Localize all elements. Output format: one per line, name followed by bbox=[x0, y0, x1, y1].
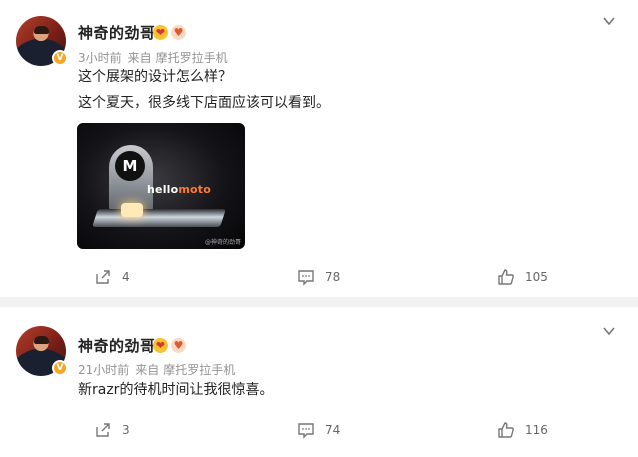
hellomoto-text: hellomoto bbox=[147, 183, 212, 196]
post-card: V 神奇的劲哥 ❤ ♥ 3小时前 来自 摩托罗拉手机 这个展架的设计怎么样？ 这个夏… bbox=[0, 0, 638, 297]
post-time[interactable]: 3小时前 bbox=[78, 51, 122, 65]
comment-icon bbox=[298, 270, 314, 286]
repost-button[interactable]: 4 bbox=[94, 268, 130, 286]
post-text-line: 这个展架的设计怎么样？ bbox=[78, 69, 232, 85]
stand-light bbox=[121, 203, 143, 217]
share-icon bbox=[96, 423, 110, 437]
like-count: 116 bbox=[525, 423, 548, 437]
like-count: 105 bbox=[525, 270, 548, 284]
repost-count: 3 bbox=[122, 423, 130, 437]
author-name[interactable]: 神奇的劲哥 bbox=[78, 22, 156, 43]
like-button[interactable]: 105 bbox=[497, 268, 548, 286]
post-text-line: 新razr的待机时间让我很惊喜。 bbox=[78, 382, 274, 398]
like-button[interactable]: 116 bbox=[497, 421, 548, 439]
chevron-down-icon[interactable] bbox=[602, 14, 616, 28]
post-card: V 神奇的劲哥 ❤ ♥ 21小时前 来自 摩托罗拉手机 新razr的待机时间让我很惊… bbox=[0, 307, 638, 457]
comment-count: 78 bbox=[325, 270, 341, 284]
comment-button[interactable]: 78 bbox=[297, 268, 340, 286]
badge-emoji-icon: ♥ bbox=[171, 338, 186, 353]
post-text: 新razr的待机时间让我很惊喜。 bbox=[78, 377, 273, 403]
post-text: 这个展架的设计怎么样？ 这个夏天，很多线下店面应该可以看到。 bbox=[78, 64, 330, 116]
source-label: 来自 bbox=[135, 363, 160, 377]
motorola-logo: M bbox=[115, 151, 145, 181]
post-meta: 21小时前 来自 摩托罗拉手机 bbox=[78, 361, 235, 378]
heart-emoji-icon: ❤ bbox=[153, 338, 168, 353]
post-image[interactable]: M hellomoto @神奇的劲哥 bbox=[77, 123, 245, 249]
thumbs-up-icon bbox=[498, 269, 514, 285]
source-label: 来自 bbox=[127, 51, 152, 65]
author-name[interactable]: 神奇的劲哥 bbox=[78, 335, 156, 356]
verified-badge-icon: V bbox=[52, 50, 68, 66]
badge-emoji-icon: ♥ bbox=[171, 25, 186, 40]
heart-emoji-icon: ❤ bbox=[153, 25, 168, 40]
post-time[interactable]: 21小时前 bbox=[78, 363, 129, 377]
repost-button[interactable]: 3 bbox=[94, 421, 130, 439]
post-source[interactable]: 摩托罗拉手机 bbox=[163, 363, 235, 377]
post-text-line: 这个夏天，很多线下店面应该可以看到。 bbox=[78, 95, 330, 111]
repost-count: 4 bbox=[122, 270, 130, 284]
chevron-down-icon[interactable] bbox=[602, 324, 616, 338]
comment-icon bbox=[298, 423, 314, 439]
thumbs-up-icon bbox=[498, 422, 514, 438]
verified-badge-icon: V bbox=[52, 360, 68, 376]
stand-base bbox=[92, 209, 226, 227]
comment-count: 74 bbox=[325, 423, 341, 437]
post-source[interactable]: 摩托罗拉手机 bbox=[156, 51, 228, 65]
image-watermark: @神奇的劲哥 bbox=[204, 239, 241, 246]
share-icon bbox=[96, 270, 110, 284]
comment-button[interactable]: 74 bbox=[297, 421, 340, 439]
